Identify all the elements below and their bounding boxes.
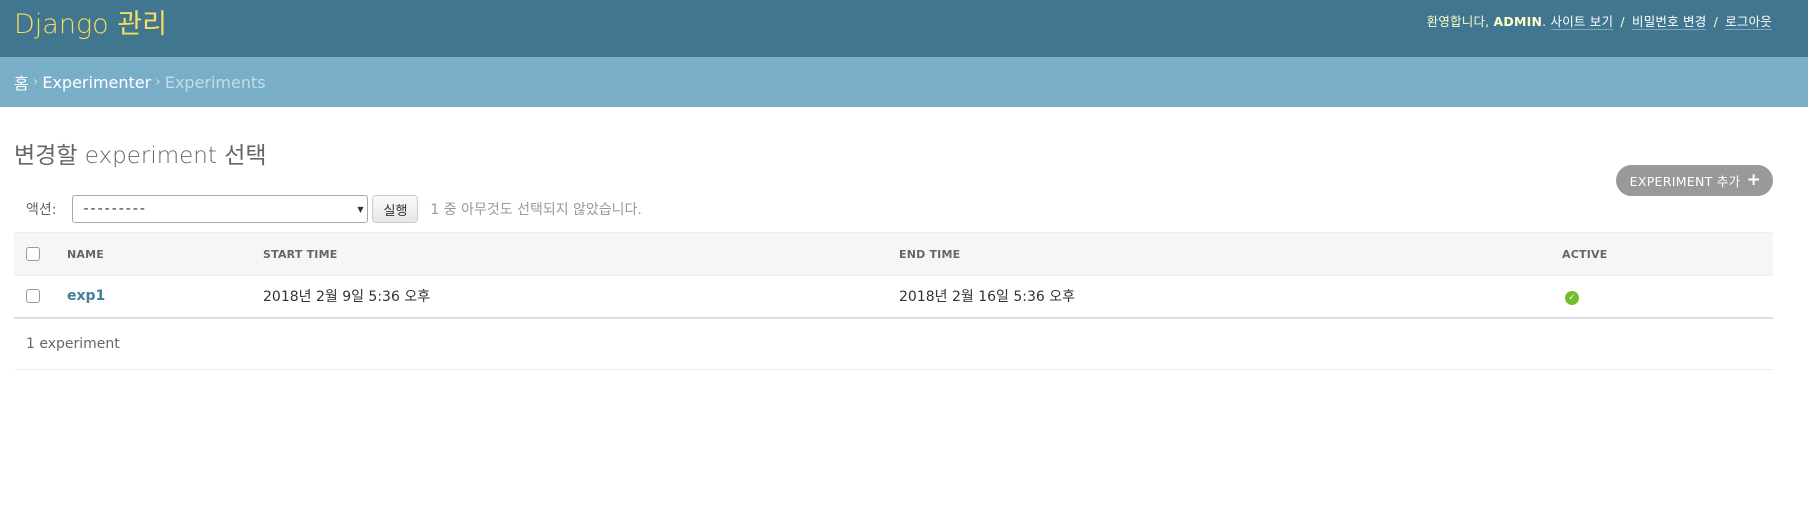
action-counter: 1 중 아무것도 선택되지 않았습니다. [430, 202, 642, 218]
table-header-row: NAME START TIME END TIME ACTIVE [14, 232, 1773, 276]
separator: / [1620, 14, 1625, 29]
result-table: NAME START TIME END TIME ACTIVE exp1 201… [14, 232, 1773, 319]
breadcrumb-current: Experiments [164, 72, 266, 92]
action-select[interactable]: --------- ▼ [72, 195, 369, 223]
breadcrumb-app[interactable]: Experimenter [42, 73, 151, 92]
row-checkbox[interactable] [26, 289, 40, 304]
breadcrumb: 홈 › Experimenter › Experiments [0, 57, 1808, 107]
page-title: 변경할 experiment 선택 [14, 143, 267, 169]
select-all-checkbox[interactable] [26, 247, 40, 261]
column-header-start-time[interactable]: START TIME [263, 232, 899, 276]
run-action-button[interactable]: 실행 [372, 195, 419, 223]
breadcrumb-separator: › [155, 74, 161, 90]
add-button-label: EXPERIMENT 추가 [1629, 174, 1741, 189]
change-password-link[interactable]: 비밀번호 변경 [1632, 14, 1707, 30]
breadcrumb-separator: › [32, 74, 39, 90]
row-select-cell [14, 275, 67, 319]
plus-icon: + [1746, 170, 1761, 190]
separator: / [1713, 14, 1718, 29]
column-header-name[interactable]: NAME [67, 232, 263, 276]
header: Django 관리 환영합니다, admin. 사이트 보기 / 비밀번호 변경… [0, 0, 1808, 57]
username: admin [1493, 14, 1543, 29]
view-site-link[interactable]: 사이트 보기 [1550, 14, 1614, 30]
breadcrumb-home[interactable]: 홈 [14, 70, 29, 94]
name-cell: exp1 [67, 275, 263, 319]
add-experiment-button[interactable]: EXPERIMENT 추가 + [1615, 165, 1773, 196]
actions-bar: 액션: --------- ▼ 실행 1 중 아무것도 선택되지 않았습니다. [14, 193, 1794, 225]
check-circle-icon: ✓ [1565, 290, 1579, 305]
content: 변경할 experiment 선택 EXPERIMENT 추가 + 액션: --… [0, 136, 1808, 370]
column-header-active[interactable]: ACTIVE [1562, 232, 1773, 276]
logout-link[interactable]: 로그아웃 [1725, 14, 1772, 30]
active-cell: ✓ [1562, 275, 1773, 319]
end-time-cell: 2018년 2월 16일 5:36 오후 [899, 275, 1562, 319]
select-all-cell [14, 232, 67, 276]
start-time-cell: 2018년 2월 9일 5:36 오후 [263, 275, 899, 319]
welcome-text: 환영합니다, [1426, 14, 1490, 29]
column-header-end-time[interactable]: END TIME [899, 232, 1562, 276]
chevron-down-icon: ▼ [357, 204, 364, 214]
experiment-name-link[interactable]: exp1 [67, 288, 105, 304]
site-branding[interactable]: Django 관리 [14, 2, 167, 41]
user-tools: 환영합니다, admin. 사이트 보기 / 비밀번호 변경 / 로그아웃 [1426, 14, 1772, 30]
action-select-value: --------- [83, 201, 147, 217]
action-label: 액션: [26, 202, 57, 218]
paginator: 1 experiment [14, 319, 1773, 370]
table-row: exp1 2018년 2월 9일 5:36 오후 2018년 2월 16일 5:… [14, 275, 1773, 319]
